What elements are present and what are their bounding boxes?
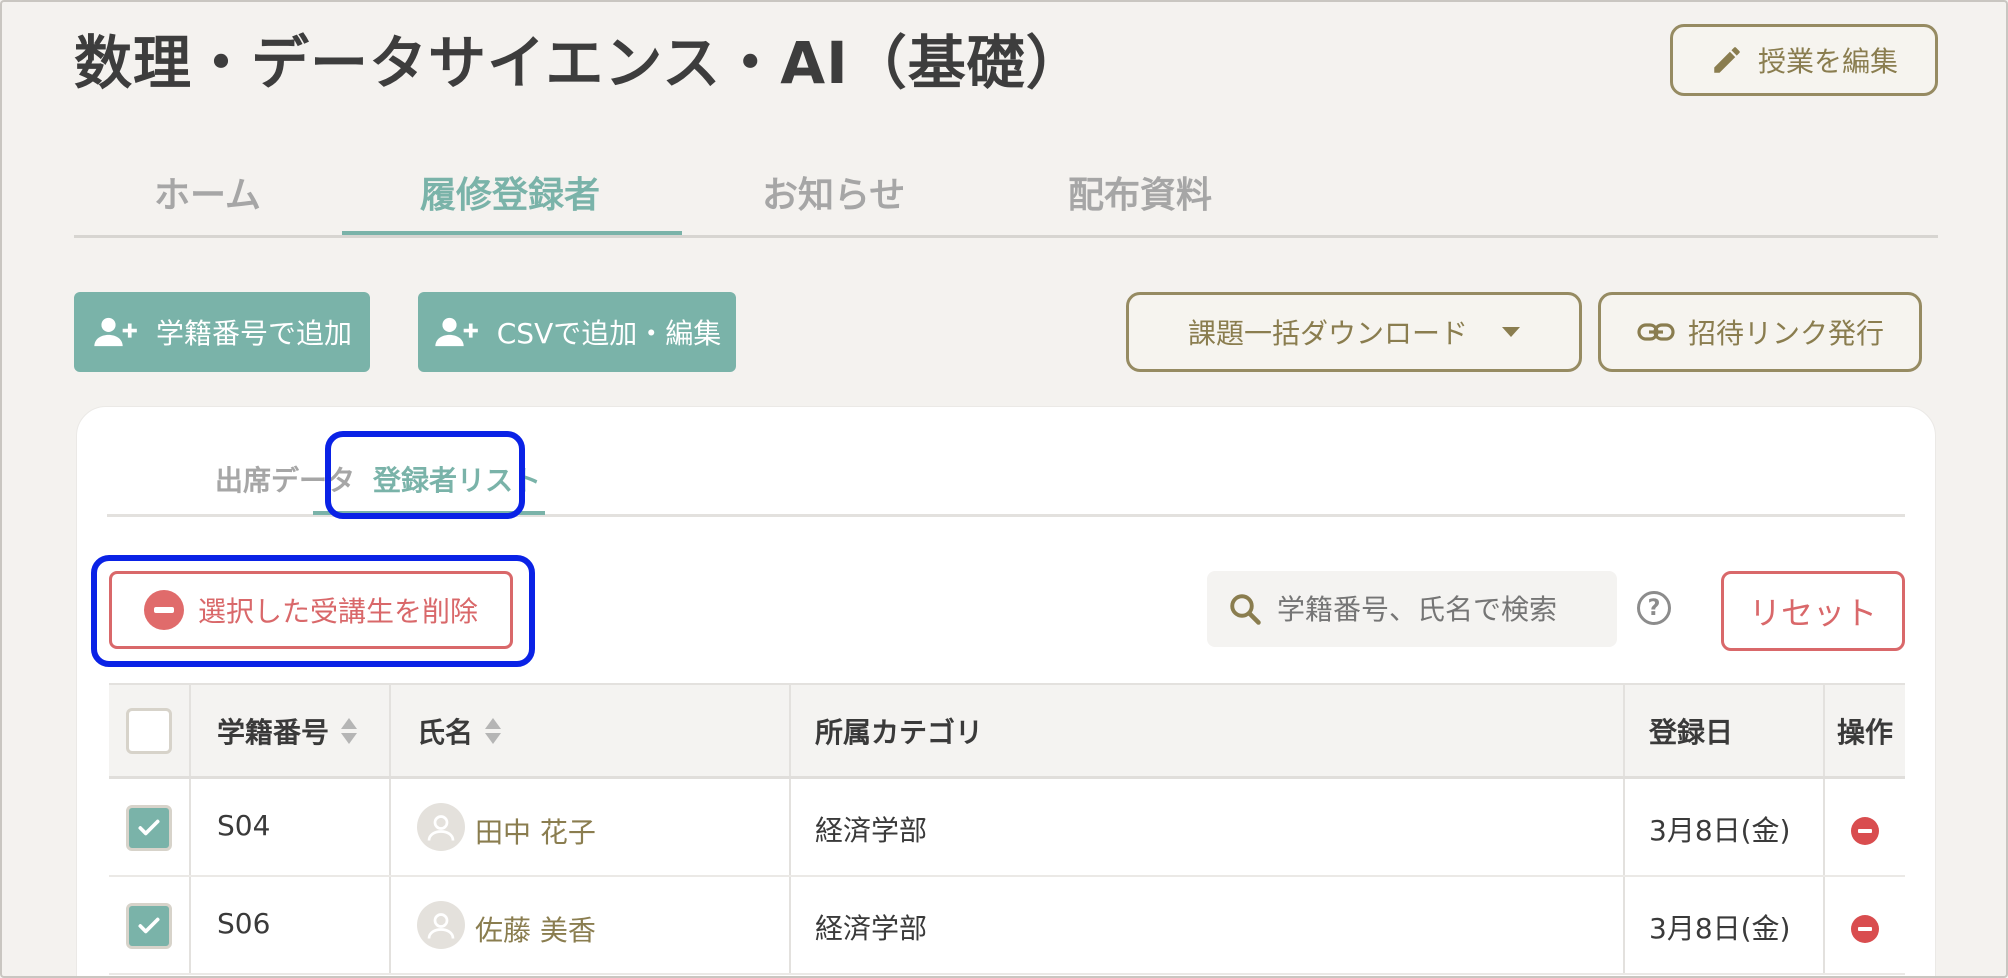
header-date: 登録日 <box>1625 685 1825 776</box>
page-title: 数理・データサイエンス・AI（基礎） <box>74 29 1085 97</box>
edit-course-label: 授業を編集 <box>1757 45 1898 78</box>
table-row: S06 佐藤 美香 経済学部 3月8日(金) <box>109 877 1905 975</box>
student-id-cell: S06 <box>191 877 391 973</box>
sort-icon[interactable] <box>485 717 502 744</box>
app-window: 数理・データサイエンス・AI（基礎） 授業を編集 ホーム 履修登録者 お知らせ … <box>0 0 2008 978</box>
select-all-checkbox[interactable] <box>126 707 172 754</box>
active-tab-indicator <box>342 231 682 235</box>
reset-button[interactable]: リセット <box>1721 571 1905 651</box>
date-cell: 3月8日(金) <box>1625 779 1825 875</box>
tab-enrollees[interactable]: 履修登録者 <box>420 166 600 218</box>
header-category: 所属カテゴリ <box>791 685 1625 776</box>
invite-link-button[interactable]: 招待リンク発行 <box>1598 292 1922 372</box>
help-icon[interactable]: ? <box>1637 591 1671 625</box>
actions-cell <box>1825 877 1905 973</box>
header-name-label: 氏名 <box>417 715 474 749</box>
avatar <box>417 901 465 949</box>
student-name-link[interactable]: 田中 花子 <box>475 811 596 851</box>
search-box <box>1207 571 1617 647</box>
add-by-csv-label: CSVで追加・編集 <box>496 317 722 350</box>
remove-student-icon[interactable] <box>1851 817 1879 845</box>
tab-materials[interactable]: 配布資料 <box>1068 166 1212 218</box>
student-id-cell: S04 <box>191 779 391 875</box>
search-icon <box>1230 594 1261 625</box>
bulk-download-label: 課題一括ダウンロード <box>1187 317 1468 350</box>
date-cell: 3月8日(金) <box>1625 877 1825 973</box>
name-cell: 田中 花子 <box>391 779 791 875</box>
user-icon <box>427 815 455 841</box>
student-name-link[interactable]: 佐藤 美香 <box>475 909 596 949</box>
row-checkbox-cell <box>109 779 191 875</box>
enrollee-card: 出席データ 登録者リスト 選択した受講生を削除 ? リセット 学籍番号 <box>76 406 1936 976</box>
row-checkbox[interactable] <box>126 805 172 851</box>
check-icon <box>138 819 160 836</box>
edit-course-button[interactable]: 授業を編集 <box>1670 24 1938 96</box>
row-checkbox-cell <box>109 877 191 973</box>
invite-link-label: 招待リンク発行 <box>1687 317 1884 350</box>
add-by-student-id-button[interactable]: 学籍番号で追加 <box>74 292 370 372</box>
remove-student-icon[interactable] <box>1851 915 1879 943</box>
add-user-icon <box>94 317 137 347</box>
highlight-box-delete <box>91 555 535 667</box>
pencil-icon <box>1714 47 1740 73</box>
check-icon <box>138 917 160 934</box>
row-checkbox[interactable] <box>126 903 172 949</box>
category-cell: 経済学部 <box>791 877 1625 973</box>
user-icon <box>427 913 455 939</box>
tab-announcements[interactable]: お知らせ <box>762 166 905 218</box>
link-icon <box>1637 323 1675 341</box>
name-cell: 佐藤 美香 <box>391 877 791 973</box>
table-header: 学籍番号 氏名 所属カテゴリ 登録日 操作 <box>109 683 1905 779</box>
header-student-id-label: 学籍番号 <box>217 715 330 749</box>
add-user-icon <box>435 317 478 347</box>
actions-cell <box>1825 779 1905 875</box>
header-actions: 操作 <box>1836 715 1893 749</box>
search-input[interactable] <box>1277 592 1597 626</box>
highlight-box-tab <box>325 431 525 519</box>
category-cell: 経済学部 <box>791 779 1625 875</box>
header-name[interactable]: 氏名 <box>391 685 791 776</box>
header-checkbox-cell <box>109 685 191 776</box>
add-by-csv-button[interactable]: CSVで追加・編集 <box>418 292 736 372</box>
add-by-student-id-label: 学籍番号で追加 <box>155 317 352 350</box>
chevron-down-icon <box>1502 327 1520 337</box>
avatar <box>417 803 465 851</box>
header-student-id[interactable]: 学籍番号 <box>191 685 391 776</box>
tab-home[interactable]: ホーム <box>154 166 261 218</box>
table-row: S04 田中 花子 経済学部 3月8日(金) <box>109 779 1905 877</box>
sort-icon[interactable] <box>341 717 358 744</box>
main-tabs: ホーム 履修登録者 お知らせ 配布資料 <box>74 142 1938 238</box>
bulk-download-dropdown[interactable]: 課題一括ダウンロード <box>1126 292 1582 372</box>
